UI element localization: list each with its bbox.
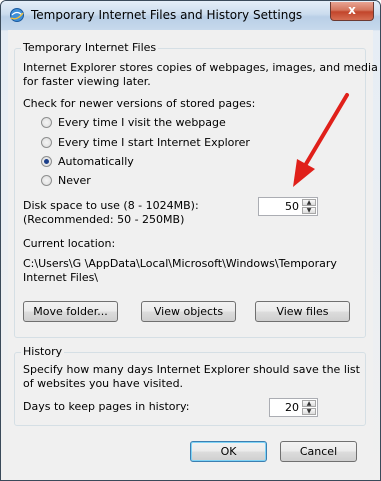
days-to-keep-stepper[interactable]: 20 ▲ ▼ — [269, 398, 318, 417]
spin-up-icon[interactable]: ▲ — [302, 199, 316, 206]
current-location-label: Current location: — [23, 237, 116, 250]
window-title: Temporary Internet Files and History Set… — [31, 8, 303, 22]
location-path-line2: Internet Files\ — [23, 271, 99, 284]
temporary-files-group-title: Temporary Internet Files — [21, 41, 159, 54]
radio-label: Every time I visit the webpage — [58, 116, 226, 129]
days-to-keep-label: Days to keep pages in history: — [23, 400, 190, 413]
move-folder-button[interactable]: Move folder... — [23, 301, 118, 322]
history-group: History Specify how many days Internet E… — [14, 345, 366, 426]
temp-files-description-line2: for faster viewing later. — [23, 75, 151, 88]
spin-up-icon[interactable]: ▲ — [302, 400, 316, 407]
location-path-line1: C:\Users\G \AppData\Local\Microsoft\Wind… — [23, 257, 337, 270]
disk-space-value[interactable]: 50 — [285, 200, 299, 214]
spin-down-icon[interactable]: ▼ — [302, 408, 316, 415]
title-bar[interactable]: Temporary Internet Files and History Set… — [1, 1, 380, 30]
radio-button[interactable] — [41, 175, 52, 186]
radio-label: Never — [58, 174, 91, 187]
radio-label: Every time I start Internet Explorer — [58, 136, 250, 149]
check-newer-label: Check for newer versions of stored pages… — [23, 97, 256, 110]
days-spin-buttons[interactable]: ▲ ▼ — [302, 400, 316, 415]
view-files-button[interactable]: View files — [255, 301, 350, 322]
radio-label: Automatically — [58, 155, 134, 168]
disk-space-stepper[interactable]: 50 ▲ ▼ — [258, 197, 318, 216]
days-to-keep-value[interactable]: 20 — [285, 401, 299, 415]
history-group-title: History — [21, 345, 65, 358]
disk-space-label: Disk space to use (8 - 1024MB): — [23, 199, 199, 212]
ok-button[interactable]: OK — [190, 441, 267, 462]
internet-explorer-icon — [10, 8, 24, 22]
history-description-line2: of websites you have visited. — [23, 377, 184, 390]
spin-down-icon[interactable]: ▼ — [302, 207, 316, 214]
view-objects-button[interactable]: View objects — [141, 301, 236, 322]
temp-files-description-line1: Internet Explorer stores copies of webpa… — [23, 61, 378, 74]
radio-button[interactable] — [41, 137, 52, 148]
settings-dialog: Temporary Internet Files and History Set… — [0, 0, 381, 481]
cancel-button[interactable]: Cancel — [280, 441, 357, 462]
radio-button-selected[interactable] — [41, 156, 52, 167]
radio-button[interactable] — [41, 117, 52, 128]
disk-space-recommended: (Recommended: 50 - 250MB) — [23, 213, 185, 226]
red-annotation-arrow-icon — [293, 93, 349, 187]
close-button[interactable]: x — [330, 2, 374, 21]
disk-space-spin-buttons[interactable]: ▲ ▼ — [302, 199, 316, 214]
history-description-line1: Specify how many days Internet Explorer … — [23, 363, 360, 376]
